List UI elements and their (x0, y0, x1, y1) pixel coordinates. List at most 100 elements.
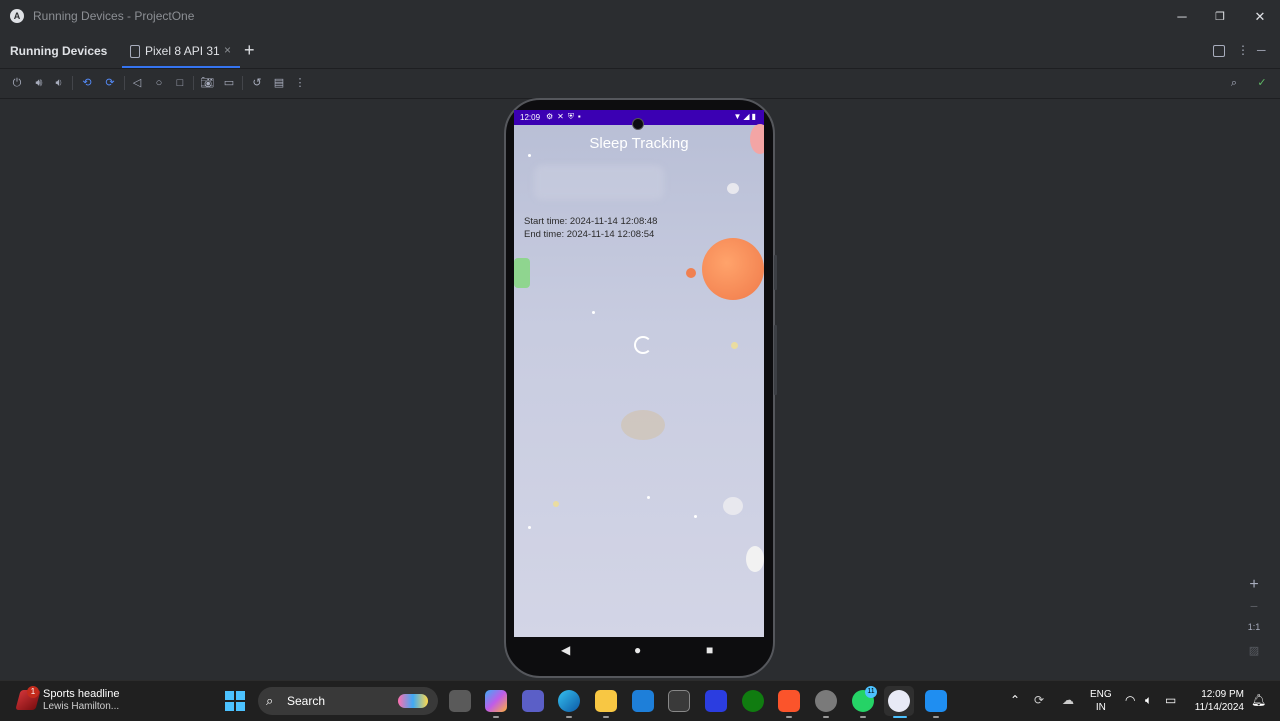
device-icon (130, 45, 140, 58)
star-shape (731, 342, 738, 349)
screenshot-icon[interactable]: 📷︎ (199, 75, 215, 91)
app-background (514, 125, 764, 637)
screen-record-icon[interactable]: ▭ (221, 75, 237, 91)
onedrive-icon[interactable]: ☁ (1062, 693, 1074, 707)
app-title: Sleep Tracking (589, 135, 689, 152)
close-button[interactable]: ✕ (1247, 6, 1273, 28)
rotate-left-icon[interactable]: ⟲ (79, 75, 95, 91)
rocket-image (750, 124, 764, 154)
home-icon[interactable]: ○ (151, 75, 167, 91)
clock-time: 12:09 PM (1201, 689, 1244, 700)
running-indicator (860, 716, 866, 718)
microsoft-store-icon[interactable] (632, 690, 654, 712)
options-more-icon[interactable]: ⋮ (1237, 43, 1249, 57)
language-code: ENG (1090, 689, 1112, 700)
asteroid-image (723, 497, 743, 515)
star-dot (694, 515, 697, 518)
settings-icon[interactable] (815, 690, 837, 712)
end-time-text: End time: 2024-11-14 12:08:54 (524, 229, 655, 240)
android-studio-logo-icon: A (10, 9, 24, 23)
windows-taskbar: 1 Sports headline Lewis Hamilton... ⌕ Se… (0, 680, 1280, 721)
speaker-icon[interactable]: 🔈︎ (1145, 693, 1152, 708)
power-icon[interactable]: ⏻ (9, 75, 25, 91)
start-time-text: Start time: 2024-11-14 12:08:48 (524, 216, 658, 227)
astronaut-image (746, 546, 764, 572)
star-dot (647, 496, 650, 499)
minimize-button[interactable]: ─ (1169, 6, 1195, 28)
loading-spinner (634, 336, 652, 354)
star-dot (528, 526, 531, 529)
actual-size-button[interactable]: 1:1 (1244, 622, 1264, 632)
taskbar-search-box[interactable]: ⌕ Search (258, 687, 438, 715)
photos-icon[interactable] (925, 690, 947, 712)
running-indicator (823, 716, 829, 718)
more-icon[interactable]: ⋮ (292, 75, 308, 91)
small-moon-image (686, 268, 696, 278)
file-explorer-icon[interactable] (595, 690, 617, 712)
running-indicator (786, 716, 792, 718)
overview-icon[interactable]: □ (172, 75, 188, 91)
notification-icons: ⚙✕⛨▪ (546, 112, 585, 121)
add-device-button[interactable]: + (244, 40, 255, 61)
news-title[interactable]: Sports headline (43, 688, 119, 700)
star-dot (592, 311, 595, 314)
search-highlight-icon (398, 694, 428, 708)
hide-panel-icon[interactable]: ─ (1257, 43, 1266, 57)
phone-power-button[interactable] (774, 255, 777, 290)
restore-button[interactable]: ❐ (1207, 6, 1233, 28)
tab-pixel-8-api-31[interactable]: Pixel 8 API 31 × (122, 34, 240, 68)
tab-label: Pixel 8 API 31 (145, 44, 220, 58)
snapshot-icon[interactable]: ▤ (271, 75, 287, 91)
rotate-right-icon[interactable]: ⟳ (102, 75, 118, 91)
device-screen[interactable]: 12:09 ⚙✕⛨▪ ▼◢▮ Sleep Tracking Start time… (514, 110, 764, 637)
nav-home-icon[interactable]: ● (634, 643, 641, 657)
phone-volume-button[interactable] (774, 325, 777, 395)
sync-icon[interactable]: ⟳ (1034, 693, 1044, 707)
edge-icon[interactable] (558, 690, 580, 712)
tab-close-icon[interactable]: × (224, 43, 231, 57)
zoom-out-button[interactable]: − (1244, 598, 1264, 614)
android-studio-icon[interactable] (888, 690, 910, 712)
device-toolbar: ⏻ 🔊︎ 🔉︎ ⟲ ⟳ ◁ ○ □ 📷︎ ▭ ↺ ▤ ⋮ ⌕ ✓ (0, 68, 1280, 99)
running-indicator (933, 716, 939, 718)
battery-icon[interactable]: ▭ (1165, 693, 1176, 707)
task-view-icon[interactable] (449, 690, 471, 712)
show-hidden-icons[interactable]: ⌃ (1010, 693, 1020, 707)
nav-recents-icon[interactable]: ■ (706, 643, 713, 657)
notification-bell-icon[interactable]: 🔔︎ (1251, 693, 1266, 707)
zoom-inspect-icon[interactable]: ⌕ (1226, 75, 1242, 91)
clock-date: 11/14/2024 (1194, 702, 1244, 713)
check-icon[interactable]: ✓ (1254, 75, 1270, 91)
news-subtitle[interactable]: Lewis Hamilton... (43, 701, 119, 712)
windows-start-icon[interactable] (225, 691, 245, 711)
unity-icon[interactable] (668, 690, 690, 712)
active-indicator (893, 716, 907, 718)
star-shape (553, 501, 559, 507)
teams-icon[interactable] (522, 690, 544, 712)
fit-screen-icon[interactable]: ▨ (1244, 644, 1264, 657)
star-dot (528, 154, 531, 157)
volume-up-icon[interactable]: 🔊︎ (31, 75, 47, 91)
blurred-card (534, 165, 664, 200)
xbox-icon[interactable] (742, 690, 764, 712)
copilot-icon[interactable] (485, 690, 507, 712)
window-titlebar: A Running Devices - ProjectOne ─ ❐ ✕ (0, 0, 1280, 34)
wifi-icon[interactable]: ◠ (1125, 693, 1135, 707)
news-badge: 1 (27, 686, 39, 698)
running-indicator (566, 716, 572, 718)
zoom-in-button[interactable]: + (1244, 576, 1264, 594)
device-mirroring-icon[interactable] (1213, 45, 1225, 57)
orange-planet-image (702, 238, 764, 300)
back-icon[interactable]: ◁ (129, 75, 145, 91)
linear-app-icon[interactable] (705, 690, 727, 712)
clock[interactable]: 12:09 PM 11/14/2024 (1188, 688, 1244, 714)
reset-icon[interactable]: ↺ (249, 75, 265, 91)
ringed-planet-image (621, 410, 665, 440)
brave-icon[interactable] (778, 690, 800, 712)
status-time: 12:09 (520, 113, 541, 122)
language-indicator[interactable]: ENG IN (1090, 688, 1112, 714)
volume-down-icon[interactable]: 🔉︎ (51, 75, 67, 91)
toolbar-separator (72, 76, 73, 90)
nav-back-icon[interactable]: ◀ (561, 643, 570, 657)
wifi-signal-battery-icon: ▼◢▮ (733, 112, 758, 121)
